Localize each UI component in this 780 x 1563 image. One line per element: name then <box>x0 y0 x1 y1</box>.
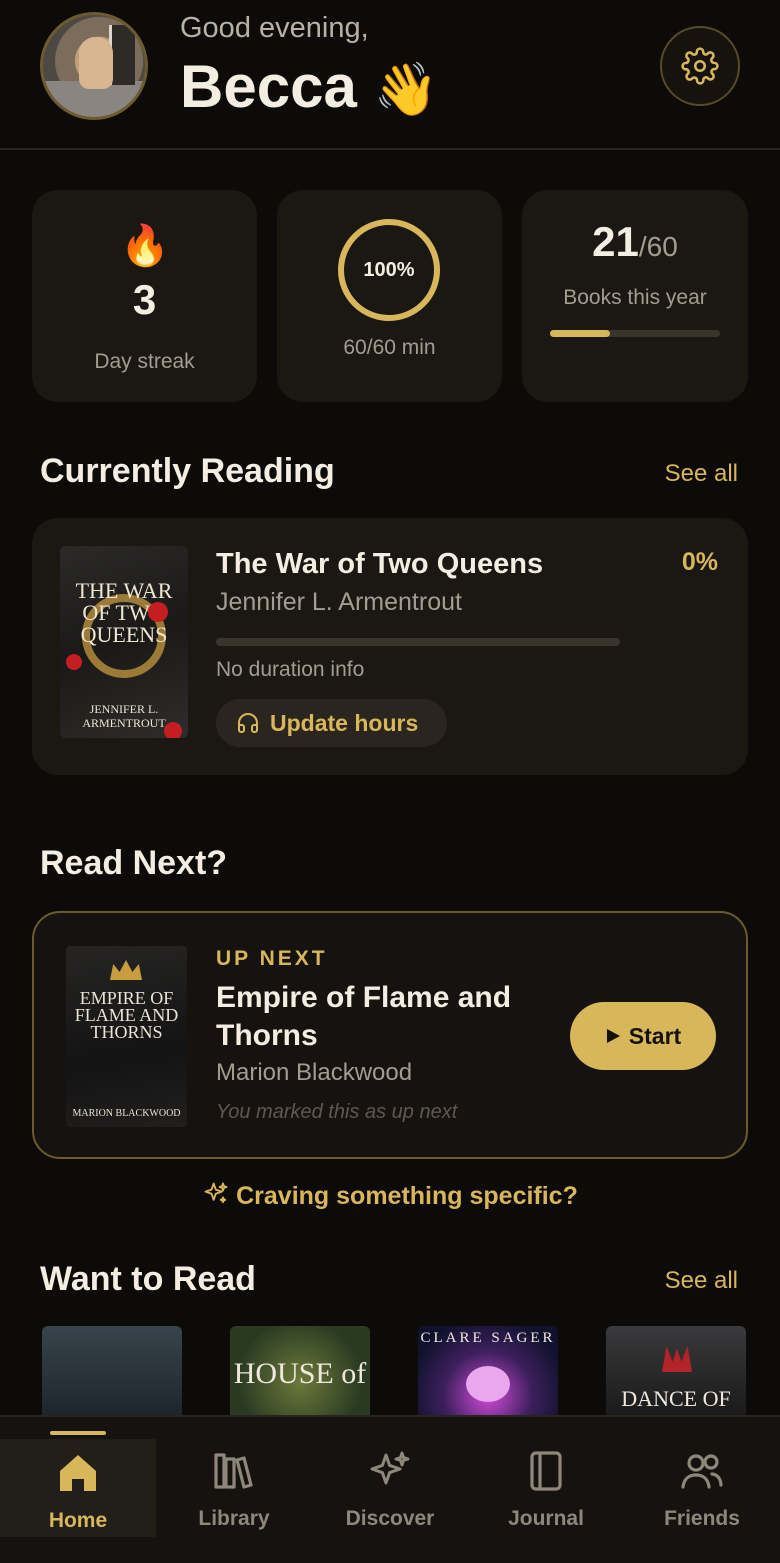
nav-item-journal[interactable]: Journal <box>468 1437 624 1537</box>
nav-item-home[interactable]: Home <box>0 1431 156 1537</box>
start-button[interactable]: Start <box>570 1002 716 1070</box>
library-icon <box>214 1453 253 1489</box>
nav-item-friends[interactable]: Friends <box>624 1437 780 1537</box>
update-hours-label: Update hours <box>270 709 419 736</box>
nav-item-discover[interactable]: Discover <box>312 1437 468 1537</box>
cover-crown-art <box>110 960 142 980</box>
nav-active-indicator <box>50 1431 106 1435</box>
want-to-read-cover[interactable]: HOUSE of <box>230 1326 370 1418</box>
header: Good evening, Becca 👋 <box>0 0 780 150</box>
greeting-text: Good evening, <box>180 12 369 44</box>
cover-crown-art <box>662 1346 692 1372</box>
nav-label: Journal <box>508 1507 584 1530</box>
journal-icon <box>530 1451 562 1491</box>
cover-gem-art <box>466 1366 510 1402</box>
play-icon <box>606 1029 620 1043</box>
avatar-photo-dog <box>79 37 113 89</box>
book-author: Jennifer L. Armentrout <box>216 588 462 616</box>
books-progress-fill <box>550 330 610 337</box>
cover-text: CLARE SAGER <box>420 1330 556 1346</box>
cover-author: JENNIFER L. ARMENTROUT <box>82 702 166 730</box>
reading-minutes-card[interactable]: 100% 60/60 min <box>277 190 502 402</box>
sparkles-icon <box>370 1451 410 1485</box>
streak-label: Day streak <box>94 350 195 373</box>
books-progress-bar <box>550 330 720 337</box>
up-next-title: Empire of Flame and Thorns <box>216 981 512 1052</box>
want-to-read-see-all[interactable]: See all <box>665 1267 738 1295</box>
duration-info: No duration info <box>216 658 365 681</box>
start-label: Start <box>628 1022 682 1049</box>
minutes-label: 60/60 min <box>343 336 436 359</box>
books-label: Books this year <box>563 286 707 309</box>
avatar[interactable] <box>40 12 148 120</box>
up-next-cover[interactable]: EMPIRE OF FLAME AND THORNS MARION BLACKW… <box>66 946 187 1127</box>
up-next-author: Marion Blackwood <box>216 1059 413 1086</box>
books-year-card[interactable]: 21/60 Books this year <box>522 190 748 402</box>
book-progress-bar <box>216 638 620 646</box>
read-next-heading: Read Next? <box>40 844 228 882</box>
nav-label: Home <box>48 1509 108 1532</box>
cover-rose <box>66 654 82 670</box>
book-cover[interactable]: THE WAR OF TWO QUEENS JENNIFER L. ARMENT… <box>60 546 188 738</box>
nav-label: Friends <box>664 1507 740 1530</box>
update-hours-button[interactable]: Update hours <box>216 699 447 747</box>
cover-title: THE WAR OF TWO QUEENS <box>75 578 173 647</box>
want-to-read-heading: Want to Read <box>40 1260 256 1298</box>
headphones-icon <box>238 713 258 733</box>
up-next-tag: UP NEXT <box>216 947 328 970</box>
cover-title: EMPIRE OF FLAME AND THORNS <box>74 988 179 1042</box>
minutes-percent: 100% <box>363 258 415 281</box>
craving-link[interactable]: Craving something specific? <box>0 1180 780 1211</box>
fire-icon: 🔥 <box>120 224 170 268</box>
read-next-card[interactable]: EMPIRE OF FLAME AND THORNS MARION BLACKW… <box>32 911 748 1159</box>
currently-reading-card[interactable]: THE WAR OF TWO QUEENS JENNIFER L. ARMENT… <box>32 518 748 775</box>
cover-text: DANCE OF <box>621 1386 731 1411</box>
book-progress-percent: 0% <box>681 548 718 576</box>
books-count: 21/60 <box>522 218 748 266</box>
sparkles-icon <box>204 1182 228 1204</box>
want-to-read-cover[interactable]: CLARE SAGER <box>418 1326 558 1418</box>
user-name-text: Becca <box>180 53 357 120</box>
settings-button[interactable] <box>660 26 740 106</box>
nav-item-library[interactable]: Library <box>156 1437 312 1537</box>
nav-label: Discover <box>345 1507 435 1530</box>
want-to-read-cover[interactable] <box>42 1326 182 1418</box>
streak-card[interactable]: 🔥 3 Day streak <box>32 190 257 402</box>
friends-icon <box>681 1454 723 1489</box>
cover-rose <box>148 602 168 622</box>
currently-reading-heading: Currently Reading <box>40 452 335 490</box>
book-title: The War of Two Queens <box>216 548 544 580</box>
bottom-nav: Home Library Discover Journal Friends <box>0 1415 780 1563</box>
books-read-count: 21 <box>592 218 639 265</box>
gear-icon <box>681 47 719 85</box>
nav-label: Library <box>198 1507 270 1530</box>
cover-author: MARION BLACKWOOD <box>72 1108 181 1119</box>
up-next-note: You marked this as up next <box>216 1101 458 1123</box>
craving-label: Craving something specific? <box>236 1182 578 1210</box>
streak-value: 3 <box>132 276 157 323</box>
wave-emoji: 👋 <box>373 61 439 119</box>
home-icon <box>60 1455 96 1491</box>
cover-text: HOUSE of <box>233 1357 367 1390</box>
currently-reading-see-all[interactable]: See all <box>665 460 738 488</box>
user-name: Becca 👋 <box>180 52 438 121</box>
want-to-read-cover[interactable]: DANCE OF <box>606 1326 746 1418</box>
books-goal: /60 <box>638 231 678 262</box>
